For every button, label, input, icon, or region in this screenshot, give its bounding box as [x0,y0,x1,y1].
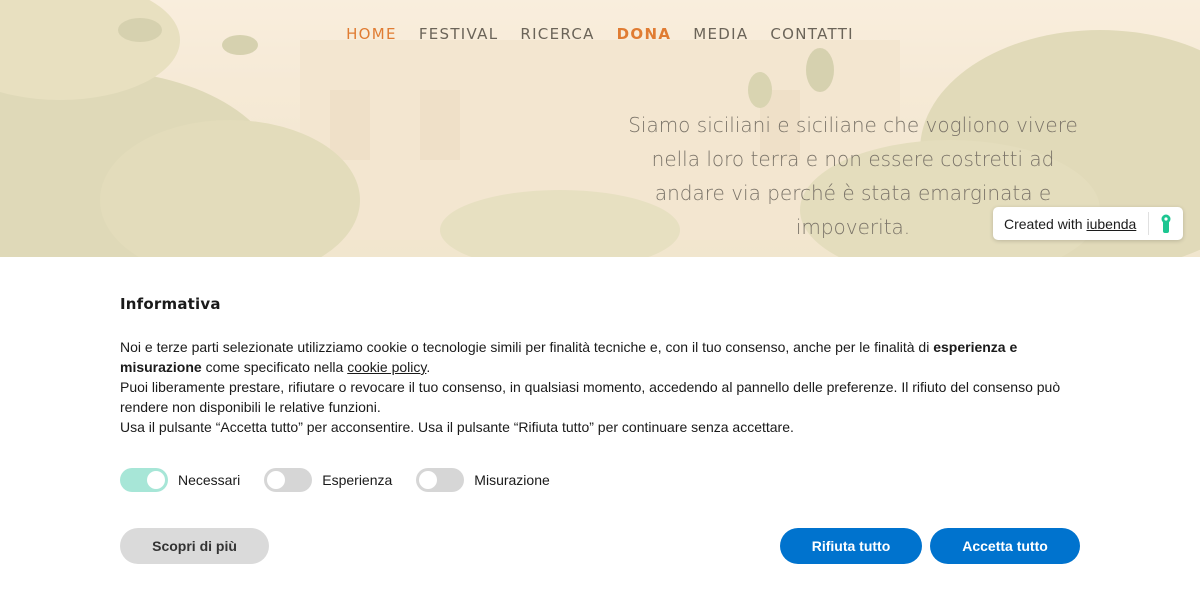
toggle-label-misurazione: Misurazione [474,472,550,488]
toggle-group-necessari: Necessari [120,468,240,492]
toggle-knob [419,471,438,489]
nav-item-media[interactable]: MEDIA [682,24,759,44]
cookie-banner-body: Noi e terze parti selezionate utilizziam… [120,337,1080,437]
cookie-policy-link[interactable]: cookie policy [347,359,426,375]
reject-all-button[interactable]: Rifiuta tutto [780,528,922,564]
nav-item-festival[interactable]: FESTIVAL [408,24,510,44]
cookie-banner: Informativa Noi e terze parti selezionat… [0,257,1200,600]
main-nav: HOME FESTIVAL RICERCA DONA MEDIA CONTATT… [0,24,1200,44]
iubenda-keyhole-icon[interactable] [1149,214,1183,234]
nav-item-dona[interactable]: DONA [606,24,683,44]
toggle-label-necessari: Necessari [178,472,241,488]
toggle-knob [267,471,286,489]
nav-item-contatti[interactable]: CONTATTI [759,24,864,44]
cookie-text: Noi e terze parti selezionate utilizziam… [120,339,934,355]
cookie-paragraph-1: Noi e terze parti selezionate utilizziam… [120,337,1080,377]
cookie-banner-title: Informativa [120,295,221,313]
cookie-paragraph-2: Puoi liberamente prestare, rifiutare o r… [120,379,1061,415]
toggle-group-esperienza: Esperienza [264,468,392,492]
hero-tagline-line: nella loro terra e non essere costretti … [651,147,1055,171]
iubenda-link[interactable]: iubenda [1086,216,1136,232]
nav-item-ricerca[interactable]: RICERCA [509,24,605,44]
toggle-knob [147,471,165,489]
cookie-text: . [426,359,431,375]
hero-tagline-line: andare via perché è stata emarginata e [654,181,1052,205]
hero-section: HOME FESTIVAL RICERCA DONA MEDIA CONTATT… [0,0,1200,257]
toggle-group-misurazione: Misurazione [416,468,550,492]
nav-item-home[interactable]: HOME [335,24,408,44]
iubenda-badge[interactable]: Created with iubenda [993,207,1183,240]
cookie-paragraph-3: Usa il pulsante “Accetta tutto” per acco… [120,419,794,435]
iubenda-badge-prefix: Created with [1004,215,1083,232]
toggle-esperienza[interactable] [264,468,313,492]
learn-more-button[interactable]: Scopri di più [120,528,269,564]
toggle-necessari[interactable] [120,468,168,492]
iubenda-badge-text: Created with iubenda [993,216,1148,232]
accept-all-button[interactable]: Accetta tutto [930,528,1080,564]
toggle-misurazione[interactable] [416,468,465,492]
cookie-text: come specificato nella [201,359,348,375]
consent-toggles: Necessari Esperienza Misurazione [120,468,574,492]
toggle-label-esperienza: Esperienza [322,472,393,488]
hero-tagline-line: Siamo siciliani e siciliane che vogliono… [628,113,1078,137]
